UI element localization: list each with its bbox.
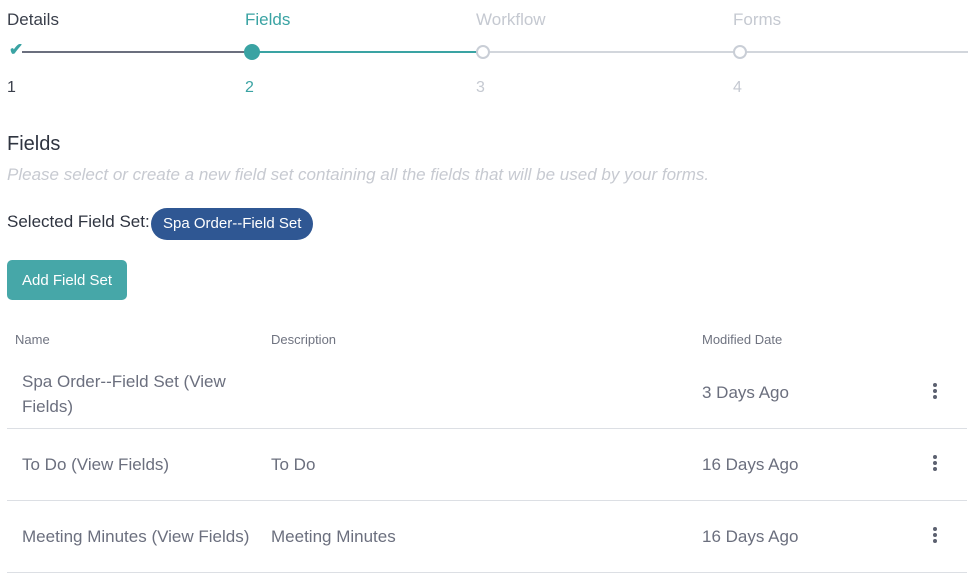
step-title-forms[interactable]: Forms (733, 10, 781, 30)
step-marker-pending[interactable] (476, 45, 490, 59)
step-connector-active (258, 51, 480, 53)
step-connector-pending (489, 51, 737, 53)
row-name-link[interactable]: To Do (View Fields) (22, 455, 169, 475)
step-number-4: 4 (733, 79, 742, 96)
row-modified-date: 16 Days Ago (702, 527, 799, 546)
step-title-workflow[interactable]: Workflow (476, 10, 546, 30)
row-description: To Do (271, 455, 316, 474)
step-number-3: 3 (476, 79, 485, 96)
step-connector-pending (746, 51, 968, 53)
row-modified-date: 16 Days Ago (702, 455, 799, 474)
section-title: Fields (7, 133, 61, 155)
table-row[interactable]: Meeting Minutes (View Fields) Meeting Mi… (7, 501, 967, 573)
wizard-stepper: Details Fields Workflow Forms ✔ 1 2 3 4 (0, 0, 976, 110)
row-description: Meeting Minutes (271, 527, 396, 546)
table-row[interactable]: Spa Order--Field Set (View Fields) 3 Day… (7, 357, 967, 429)
column-header-name[interactable]: Name (15, 332, 50, 347)
add-field-set-button[interactable]: Add Field Set (7, 260, 127, 300)
section-subtitle: Please select or create a new field set … (7, 165, 710, 184)
row-modified-date: 3 Days Ago (702, 383, 789, 402)
step-number-2: 2 (245, 79, 254, 96)
more-vertical-icon[interactable] (927, 453, 943, 475)
row-name-link[interactable]: Spa Order--Field Set (View Fields) (22, 369, 252, 419)
step-title-fields[interactable]: Fields (245, 10, 290, 30)
step-connector-done (22, 51, 250, 53)
step-marker-pending[interactable] (733, 45, 747, 59)
step-title-details[interactable]: Details (7, 10, 59, 30)
row-name-link[interactable]: Meeting Minutes (View Fields) (22, 527, 249, 547)
column-header-description[interactable]: Description (271, 332, 336, 347)
more-vertical-icon[interactable] (927, 525, 943, 547)
selected-field-set-badge: Spa Order--Field Set (151, 208, 314, 240)
step-marker-active[interactable] (244, 44, 260, 60)
more-vertical-icon[interactable] (927, 381, 943, 403)
selected-field-set-label: Selected Field Set: (7, 212, 150, 231)
table-row[interactable]: To Do (View Fields) To Do 16 Days Ago (7, 429, 967, 501)
column-header-modified-date[interactable]: Modified Date (702, 332, 782, 347)
check-icon: ✔ (9, 40, 24, 59)
step-number-1: 1 (7, 79, 16, 96)
